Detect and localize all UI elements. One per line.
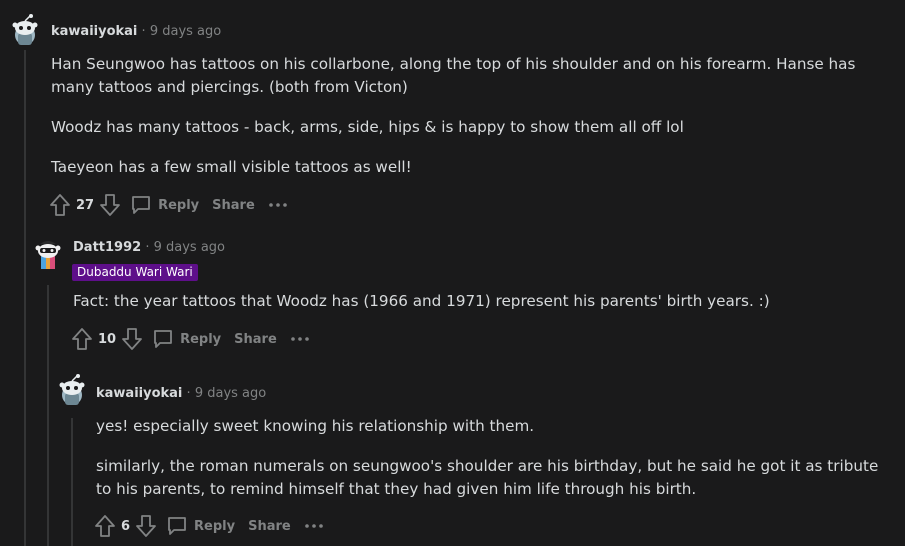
meta-separator: · — [145, 240, 150, 255]
comment-paragraph: Woodz has many tattoos - back, arms, sid… — [51, 118, 684, 136]
upvote-icon[interactable] — [49, 193, 71, 217]
comment-bubble-icon[interactable] — [166, 515, 188, 537]
comment-bubble-icon[interactable] — [130, 194, 152, 216]
downvote-icon[interactable] — [99, 193, 121, 217]
snoo-avatar-icon[interactable] — [9, 14, 41, 46]
reply-button[interactable]: Reply — [180, 332, 221, 347]
comment-paragraph: similarly, the roman numerals on seungwo… — [96, 457, 879, 498]
snoo-avatar-icon[interactable] — [32, 238, 64, 270]
comment-paragraph: Han Seungwoo has tattoos on his collarbo… — [51, 55, 856, 96]
comment-actions: 10 Reply Share — [71, 325, 310, 353]
author-link[interactable]: Datt1992 — [73, 240, 141, 255]
thread-line-level-1[interactable] — [47, 285, 49, 546]
more-options-icon[interactable] — [304, 521, 324, 531]
upvote-icon[interactable] — [71, 327, 93, 351]
snoo-avatar-icon[interactable] — [56, 374, 88, 406]
reply-button[interactable]: Reply — [158, 198, 199, 213]
comment-actions: 6 Reply Share — [94, 512, 324, 540]
meta-separator: · — [141, 24, 146, 39]
comment-meta: kawaiiyokai · 9 days ago — [96, 386, 266, 401]
share-button[interactable]: Share — [234, 332, 277, 347]
comment-bubble-icon[interactable] — [152, 328, 174, 350]
vote-score: 27 — [76, 197, 95, 213]
comment-paragraph: yes! especially sweet knowing his relati… — [96, 417, 535, 435]
share-button[interactable]: Share — [248, 519, 291, 534]
meta-separator: · — [186, 386, 191, 401]
author-link[interactable]: kawaiiyokai — [96, 386, 182, 401]
thread-line-level-2[interactable] — [71, 418, 73, 546]
more-options-icon[interactable] — [268, 200, 288, 210]
timestamp[interactable]: 9 days ago — [150, 24, 221, 39]
comment-body: Han Seungwoo has tattoos on his collarbo… — [51, 53, 891, 196]
comment-meta: Datt1992 · 9 days ago — [73, 240, 225, 255]
comment-paragraph: Taeyeon has a few small visible tattoos … — [51, 158, 412, 176]
thread-line-root[interactable] — [24, 50, 26, 546]
user-flair-badge: Dubaddu Wari Wari — [72, 264, 198, 281]
comment-actions: 27 Reply Share — [49, 191, 288, 219]
upvote-icon[interactable] — [94, 514, 116, 538]
downvote-icon[interactable] — [135, 514, 157, 538]
reply-button[interactable]: Reply — [194, 519, 235, 534]
author-link[interactable]: kawaiiyokai — [51, 24, 137, 39]
downvote-icon[interactable] — [121, 327, 143, 351]
more-options-icon[interactable] — [290, 334, 310, 344]
vote-score: 10 — [98, 331, 117, 347]
comment-paragraph: Fact: the year tattoos that Woodz has (1… — [73, 292, 770, 310]
comment-meta: kawaiiyokai · 9 days ago — [51, 24, 221, 39]
comment-body: yes! especially sweet knowing his relati… — [96, 415, 891, 518]
timestamp[interactable]: 9 days ago — [154, 240, 225, 255]
share-button[interactable]: Share — [212, 198, 255, 213]
comment-body: Fact: the year tattoos that Woodz has (1… — [73, 290, 893, 330]
vote-score: 6 — [121, 518, 131, 534]
timestamp[interactable]: 9 days ago — [195, 386, 266, 401]
